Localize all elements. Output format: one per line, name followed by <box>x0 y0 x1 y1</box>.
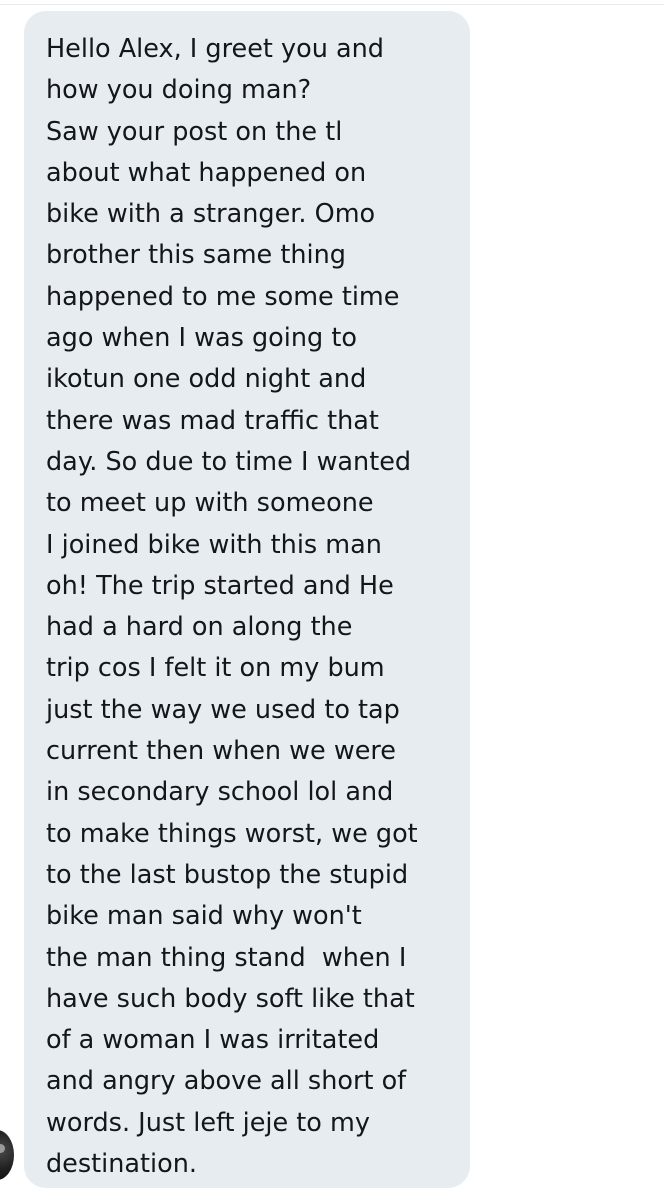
message-line: brother this same thing <box>46 240 346 271</box>
message-line: trip cos I felt it on my bum <box>46 653 385 684</box>
message-line: current then when we were <box>46 736 396 767</box>
message-line: I joined bike with this man <box>46 529 382 560</box>
message-line: and angry above all short of <box>46 1066 407 1097</box>
message-bubble[interactable]: Hello Alex, I greet you and how you doin… <box>24 11 470 1188</box>
sender-avatar[interactable] <box>0 1130 14 1180</box>
message-line: have such body soft like that <box>46 983 415 1014</box>
message-line: bike with a stranger. Omo <box>46 199 376 230</box>
message-line: day. So due to time I wanted <box>46 446 412 477</box>
message-line: to meet up with someone <box>46 488 374 519</box>
message-line: of a woman I was irritated <box>46 1025 380 1056</box>
message-line: in secondary school lol and <box>46 777 394 808</box>
message-line: just the way we used to tap <box>46 694 400 725</box>
message-line: the man thing stand when I <box>46 942 407 973</box>
message-line: Saw your post on the tl <box>46 116 343 147</box>
message-line: there was mad traffic that <box>46 405 379 436</box>
message-line: to make things worst, we got <box>46 818 418 849</box>
message-line: about what happened on <box>46 157 367 188</box>
dm-conversation-screen: Hello Alex, I greet you and how you doin… <box>0 0 664 1200</box>
message-text: Hello Alex, I greet you and how you doin… <box>46 29 418 1185</box>
message-line: oh! The trip started and He <box>46 570 394 601</box>
message-line: had a hard on along the <box>46 612 353 643</box>
message-line: to the last bustop the stupid <box>46 859 409 890</box>
message-line: how you doing man? <box>46 75 312 106</box>
message-line: happened to me some time <box>46 281 400 312</box>
message-line: bike man said why won't <box>46 901 362 932</box>
top-divider <box>0 4 664 5</box>
message-line: ikotun one odd night and <box>46 364 367 395</box>
message-line: words. Just left jeje to my <box>46 1107 370 1138</box>
message-line: ago when I was going to <box>46 323 357 354</box>
message-line: Hello Alex, I greet you and <box>46 34 384 64</box>
message-line: destination. <box>46 1149 197 1180</box>
